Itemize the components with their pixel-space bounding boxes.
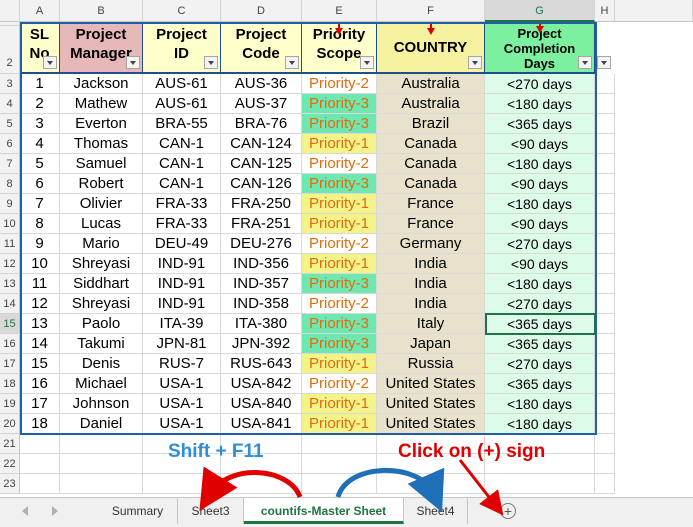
red-curved-arrow-icon — [199, 466, 303, 511]
blue-curved-arrow-icon — [335, 467, 445, 513]
annotation-arrows — [199, 459, 504, 516]
red-pointer-arrow-icon — [458, 459, 504, 516]
